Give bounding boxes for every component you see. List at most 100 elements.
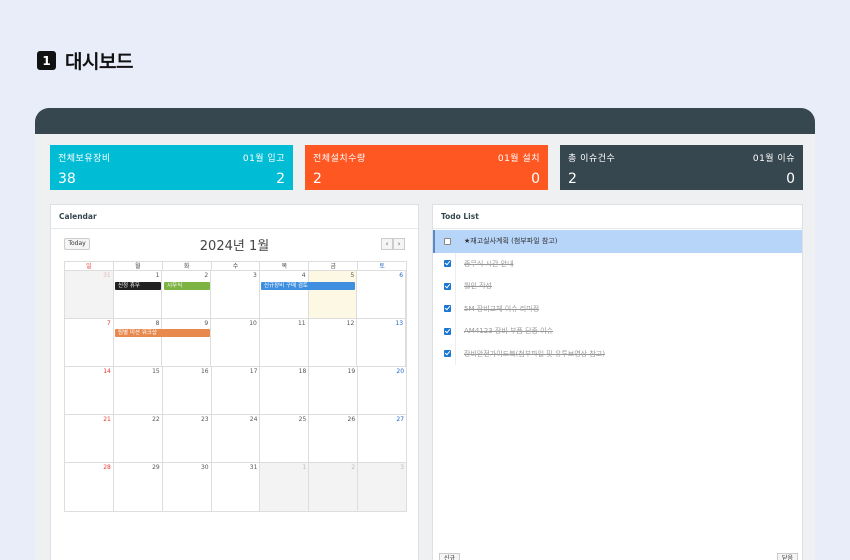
calendar-day[interactable]: 4 bbox=[260, 271, 309, 318]
weekday-sat: 토 bbox=[379, 263, 385, 270]
todo-checkbox[interactable] bbox=[444, 350, 451, 358]
calendar-event[interactable]: 신정 휴무 bbox=[115, 282, 161, 290]
close-todo-button[interactable]: 닫음 bbox=[776, 553, 798, 560]
calendar-day[interactable]: 3 bbox=[358, 463, 407, 511]
app-window: 전체보유장비 01월 입고 38 2 전체설치수량 01월 설치 2 0 총 이… bbox=[35, 108, 815, 560]
calendar-day[interactable]: 3 bbox=[211, 271, 260, 318]
calendar-event[interactable]: 시무식 bbox=[164, 282, 210, 290]
calendar-day[interactable]: 22 bbox=[114, 415, 163, 462]
stat-card-equipment[interactable]: 전체보유장비 01월 입고 38 2 bbox=[50, 145, 293, 190]
next-month-button[interactable]: › bbox=[393, 238, 405, 250]
calendar-week: 28 29 30 31 1 2 3 bbox=[65, 463, 407, 511]
calendar-day[interactable]: 1 bbox=[260, 463, 310, 511]
calendar-week: 21 22 23 24 25 26 27 bbox=[65, 415, 406, 463]
calendar-day[interactable]: 23 bbox=[163, 415, 212, 462]
todo-item[interactable]: 5M 장비교체 이슈 리마정 bbox=[433, 297, 802, 320]
todo-panel-title: Todo List bbox=[433, 205, 802, 229]
calendar-day[interactable]: 10 bbox=[211, 319, 260, 366]
page-heading: 1 대시보드 bbox=[37, 47, 133, 74]
todo-divider bbox=[455, 342, 456, 365]
todo-text: 5M 장비교체 이슈 리마정 bbox=[464, 304, 540, 313]
calendar-day[interactable]: 18 bbox=[260, 367, 310, 414]
weekday-wed: 수 bbox=[212, 262, 261, 270]
todo-divider bbox=[455, 320, 456, 343]
calendar-day-today[interactable]: 5 bbox=[308, 271, 358, 318]
calendar-day[interactable]: 14 bbox=[65, 367, 114, 414]
calendar-panel-title: Calendar bbox=[51, 205, 418, 229]
calendar-day[interactable]: 31 bbox=[212, 463, 261, 511]
calendar-day[interactable]: 20 bbox=[358, 367, 406, 414]
calendar-day[interactable]: 19 bbox=[309, 367, 359, 414]
calendar-day[interactable]: 16 bbox=[163, 367, 212, 414]
calendar-day[interactable]: 17 bbox=[212, 367, 261, 414]
stat-sub-label: 01월 설치 bbox=[497, 154, 540, 164]
calendar-day[interactable]: 8 bbox=[114, 319, 163, 366]
todo-checkbox[interactable] bbox=[444, 260, 451, 268]
todo-item[interactable]: AM4123 장비 부품 단종 이슈 bbox=[433, 320, 802, 343]
page-title: 대시보드 bbox=[65, 51, 133, 73]
todo-text: 월인 작성 bbox=[464, 282, 492, 291]
todo-list: ★재고실사계획 (첨부파일 참고) 종무식 시간 안내 월인 작성 5M 장비교… bbox=[433, 230, 802, 365]
calendar-panel: Calendar Today 2024년 1월 ‹ › 일 월 화 수 목 금 … bbox=[50, 204, 419, 560]
calendar-day[interactable]: 21 bbox=[65, 415, 114, 462]
todo-checkbox[interactable] bbox=[444, 282, 451, 290]
calendar-day[interactable]: 6 bbox=[357, 271, 407, 318]
stat-sub-value: 0 bbox=[531, 171, 540, 187]
calendar-month-title: 2024년 1월 bbox=[199, 239, 270, 254]
todo-item[interactable]: 장비안전가이드북(첨부파일 및 유투브영상 참고) bbox=[433, 342, 802, 365]
calendar-day[interactable]: 11 bbox=[260, 319, 309, 366]
calendar-day[interactable]: 31 bbox=[65, 271, 114, 318]
calendar-day[interactable]: 29 bbox=[114, 463, 163, 511]
calendar-day[interactable]: 24 bbox=[212, 415, 261, 462]
weekday-header: 일 월 화 수 목 금 토 bbox=[65, 262, 406, 271]
stat-sub-label: 01월 이슈 bbox=[752, 154, 795, 164]
step-badge: 1 bbox=[37, 51, 56, 70]
calendar-day[interactable]: 2 bbox=[309, 463, 359, 511]
todo-text: 종무식 시간 안내 bbox=[464, 259, 514, 268]
calendar-day[interactable]: 2 bbox=[162, 271, 212, 318]
stat-card-installed[interactable]: 전체설치수량 01월 설치 2 0 bbox=[305, 145, 548, 190]
calendar-day[interactable]: 12 bbox=[309, 319, 358, 366]
stat-card-issues[interactable]: 총 이슈건수 01월 이슈 2 0 bbox=[560, 145, 803, 190]
new-todo-button[interactable]: 신규 bbox=[439, 553, 461, 560]
todo-item[interactable]: 월인 작성 bbox=[433, 275, 802, 298]
stat-label: 전체보유장비 bbox=[58, 154, 111, 164]
weekday-tue: 화 bbox=[163, 262, 212, 270]
todo-divider bbox=[455, 275, 456, 298]
calendar-day[interactable]: 1 bbox=[114, 271, 163, 318]
todo-text: ★재고실사계획 (첨부파일 참고) bbox=[464, 237, 558, 246]
stat-sub-value: 2 bbox=[276, 171, 285, 187]
stat-value: 2 bbox=[568, 171, 577, 187]
calendar-week: 14 15 16 17 18 19 20 bbox=[65, 367, 406, 415]
calendar-event[interactable]: 팀별 미션 워크샵 bbox=[115, 329, 210, 337]
calendar-day[interactable]: 25 bbox=[260, 415, 310, 462]
calendar-nav: ‹ › bbox=[381, 238, 405, 250]
calendar-grid: 일 월 화 수 목 금 토 31 1 2 3 4 5 6 신정 휴무 시무식 신… bbox=[64, 261, 407, 512]
calendar-day[interactable]: 15 bbox=[114, 367, 163, 414]
todo-item[interactable]: ★재고실사계획 (첨부파일 참고) bbox=[433, 230, 802, 253]
calendar-week: 31 1 2 3 4 5 6 신정 휴무 시무식 신규장비 구매 검토 bbox=[65, 271, 407, 319]
todo-checkbox[interactable] bbox=[444, 305, 451, 313]
calendar-week: 7 8 9 10 11 12 13 팀별 미션 워크샵 bbox=[65, 319, 407, 367]
stat-label: 총 이슈건수 bbox=[568, 154, 616, 164]
calendar-day[interactable]: 13 bbox=[357, 319, 407, 366]
calendar-day[interactable]: 28 bbox=[65, 463, 114, 511]
calendar-day[interactable]: 26 bbox=[309, 415, 359, 462]
todo-checkbox[interactable] bbox=[444, 327, 451, 335]
calendar-day[interactable]: 27 bbox=[358, 415, 406, 462]
calendar-event[interactable]: 신규장비 구매 검토 bbox=[261, 282, 355, 290]
weekday-fri: 금 bbox=[309, 262, 359, 270]
prev-month-button[interactable]: ‹ bbox=[381, 238, 393, 250]
stat-value: 38 bbox=[58, 171, 76, 187]
todo-item[interactable]: 종무식 시간 안내 bbox=[433, 252, 802, 275]
calendar-day[interactable]: 7 bbox=[65, 319, 114, 366]
calendar-toolbar: Today 2024년 1월 ‹ › bbox=[51, 229, 418, 257]
todo-checkbox[interactable] bbox=[444, 237, 451, 245]
weekday-mon: 월 bbox=[114, 262, 163, 270]
stat-sub-value: 0 bbox=[786, 171, 795, 187]
calendar-day[interactable]: 30 bbox=[163, 463, 212, 511]
todo-text: AM4123 장비 부품 단종 이슈 bbox=[464, 327, 554, 336]
todo-text: 장비안전가이드북(첨부파일 및 유투브영상 참고) bbox=[464, 349, 605, 358]
window-title-bar bbox=[35, 108, 815, 134]
calendar-day[interactable]: 9 bbox=[162, 319, 212, 366]
